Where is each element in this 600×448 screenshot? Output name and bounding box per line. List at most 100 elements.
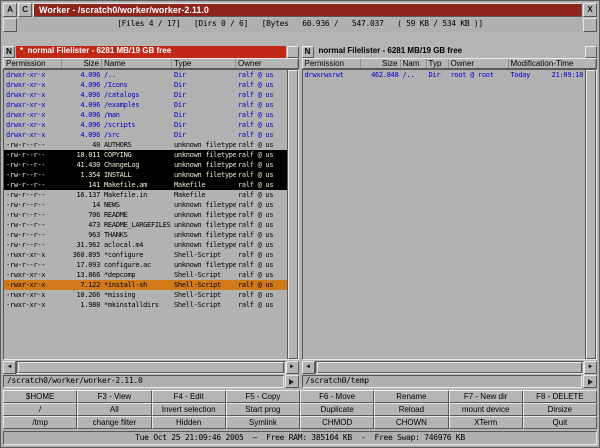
scroll-right-button[interactable]: ► xyxy=(584,361,597,374)
left-path-menu-button[interactable] xyxy=(284,375,299,388)
lister-mode-button[interactable]: N xyxy=(3,46,15,58)
file-row[interactable]: drwxr-xr-x 4.096/Icons Dir ralf @ us xyxy=(4,80,287,90)
column-header-nam[interactable]: Nam xyxy=(401,59,427,68)
column-header-size[interactable]: Size xyxy=(62,59,102,68)
column-header-modification-time[interactable]: Modification-Time xyxy=(509,59,596,68)
file-row[interactable]: -rwxr-xr-x 360.895 *configure Shell-Script r… xyxy=(4,250,287,260)
bank-button-reload[interactable]: Reload xyxy=(374,403,449,416)
bank-button-hidden[interactable]: Hidden xyxy=(151,416,226,429)
window-titlebar[interactable]: A C Worker - /scratch0/worker/worker-2.1… xyxy=(3,3,597,17)
file-row[interactable]: -rwxr-xr-x 1.988 *mkinstalldirs Shell-Scrip… xyxy=(4,300,287,310)
bank-button-f7-new-dir[interactable]: F7 - New dir xyxy=(448,390,523,403)
bank-button-slash[interactable]: / xyxy=(3,403,78,416)
hscroll-thumb[interactable] xyxy=(18,362,284,373)
wm-button-a[interactable]: A xyxy=(3,3,17,17)
file-row[interactable]: -rwxr-xr-x 7.122 *install-sh Shell-Script ra… xyxy=(4,280,287,290)
column-header-permission[interactable]: Permission xyxy=(4,59,62,68)
file-row[interactable]: drwxr-xr-x 4.096/examples Dir ralf @ us xyxy=(4,100,287,110)
bank-button-f8-delete[interactable]: F8 - DELETE xyxy=(522,390,597,403)
lister-corner-gadget[interactable] xyxy=(585,46,597,58)
status-right-gadget[interactable] xyxy=(583,18,597,32)
column-header-typ[interactable]: Typ xyxy=(427,59,449,68)
scrollbar-thumb[interactable] xyxy=(287,70,298,359)
scroll-left-button[interactable]: ◄ xyxy=(301,361,315,374)
file-row[interactable]: -rwxr-xr-x 10.266 *missing Shell-Script ralf… xyxy=(4,290,287,300)
wm-button-c[interactable]: C xyxy=(18,3,32,17)
scrollbar-thumb[interactable] xyxy=(586,70,596,359)
column-header-owner[interactable]: Owner xyxy=(449,59,509,68)
right-lister-title[interactable]: normal Filelister - 6281 MB/19 GB free xyxy=(314,46,584,58)
bank-button-f3-view[interactable]: F3 - View xyxy=(77,390,152,403)
file-row[interactable]: drwxr-xr-x 4.096/catalogs Dir ralf @ us xyxy=(4,90,287,100)
bank-button-dirsize[interactable]: Dirsize xyxy=(522,403,597,416)
bank-button-mount-device[interactable]: mount device xyxy=(448,403,523,416)
right-path-field[interactable]: /scratch0/temp xyxy=(301,375,582,388)
wm-close-button[interactable]: X xyxy=(583,3,597,17)
file-row[interactable]: -rwxr-xr-x 13.866 *depcomp Shell-Script ralf… xyxy=(4,270,287,280)
status-left-gadget[interactable] xyxy=(3,18,17,32)
left-lister-title[interactable]: * normal Filelister - 6281 MB/19 GB free xyxy=(16,46,286,58)
file-row[interactable]: -rw-r--r-- 1.354 INSTALL unknown filetype ra… xyxy=(4,170,287,180)
file-row[interactable]: -rw-r--r-- 41.430 ChangeLog unknown filetyp… xyxy=(4,160,287,170)
file-permission: drwxr-xr-x xyxy=(6,81,46,89)
bank-button-f6-move[interactable]: F6 - Move xyxy=(300,390,375,403)
lister-mode-button[interactable]: N xyxy=(301,46,314,58)
file-permission: -rwxr-xr-x xyxy=(6,251,46,259)
file-owner: ralf @ us xyxy=(238,211,274,219)
bank-button-duplicate[interactable]: Duplicate xyxy=(300,403,375,416)
file-permission: -rw-r--r-- xyxy=(6,201,46,209)
file-name: *depcomp xyxy=(104,271,136,279)
file-row[interactable]: -rw-r--r-- 473 README_LARGEFILES unknown fi… xyxy=(4,220,287,230)
left-path-field[interactable]: /scratch0/worker/worker-2.11.0 xyxy=(3,375,284,388)
file-size: 41.430 xyxy=(76,161,101,169)
file-name: README_LARGEFILES xyxy=(104,221,171,229)
hscroll-track[interactable] xyxy=(314,361,584,374)
scroll-right-button[interactable]: ► xyxy=(285,361,299,374)
file-row[interactable]: drwxr-xr-x 4.096 /.. Dir ralf @ us xyxy=(4,70,287,80)
file-row[interactable]: -rw-r--r-- 141 Makefile.am Makefile ralf @ u… xyxy=(4,180,287,190)
file-row[interactable]: -rw-r--r-- 40 AUTHORS unknown filetype ralf … xyxy=(4,140,287,150)
bank-button-f5-copy[interactable]: F5 - Copy xyxy=(225,390,300,403)
left-vertical-scrollbar[interactable] xyxy=(286,70,298,359)
column-header-type[interactable]: Type xyxy=(172,59,236,68)
file-row[interactable]: drwxr-xr-x 4.096/man Dir ralf @ us xyxy=(4,110,287,120)
file-row[interactable]: -rw-r--r-- 18.011 COPYING unknown filetype r… xyxy=(4,150,287,160)
bank-button-rename[interactable]: Rename xyxy=(374,390,449,403)
column-header-permission[interactable]: Permission xyxy=(303,59,361,68)
column-header-size[interactable]: Size xyxy=(361,59,401,68)
file-row[interactable]: -rw-r--r-- 14 NEWS unknown filetype ralf @ u… xyxy=(4,200,287,210)
bank-button-f4-edit[interactable]: F4 - Edit xyxy=(151,390,226,403)
file-row[interactable]: drwxr-xr-x 4.096/scripts Dir ralf @ us xyxy=(4,120,287,130)
bank-button-home[interactable]: $HOME xyxy=(3,390,78,403)
hscroll-thumb[interactable] xyxy=(316,362,582,373)
bank-button-symlink[interactable]: Symlink xyxy=(225,416,300,429)
file-row[interactable]: -rw-r--r-- 17.093 configure.ac unknown file… xyxy=(4,260,287,270)
bank-button-change-filter[interactable]: change filter xyxy=(77,416,152,429)
file-type: Dir xyxy=(174,121,186,129)
file-row[interactable]: -rw-r--r-- 963 THANKS unknown filetype ralf … xyxy=(4,230,287,240)
bank-button-tmp[interactable]: /tmp xyxy=(3,416,78,429)
lister-corner-gadget[interactable] xyxy=(286,46,299,58)
scroll-left-button[interactable]: ◄ xyxy=(3,361,16,374)
bank-button-chmod[interactable]: CHMOD xyxy=(300,416,375,429)
bank-button-quit[interactable]: Quit xyxy=(522,416,597,429)
file-owner: ralf @ us xyxy=(238,91,274,99)
column-header-owner[interactable]: Owner xyxy=(236,59,298,68)
right-path-menu-button[interactable] xyxy=(583,375,597,388)
file-row[interactable]: -rw-r--r-- 706 README unknown filetype ralf … xyxy=(4,210,287,220)
bank-button-all[interactable]: All xyxy=(77,403,152,416)
bank-button-start-prog[interactable]: Start prog xyxy=(225,403,300,416)
file-row[interactable]: drwxrwxrwt 462.848/.. Dir root @ root Today 2… xyxy=(303,70,586,80)
file-type: unknown filetype xyxy=(174,161,236,169)
hscroll-track[interactable] xyxy=(16,361,286,374)
column-header-name[interactable]: Name xyxy=(102,59,172,68)
bank-button-xterm[interactable]: XTerm xyxy=(448,416,523,429)
file-row[interactable]: -rw-r--r-- 16.137 Makefile.in Makefile ralf … xyxy=(4,190,287,200)
bank-button-invert-selection[interactable]: Invert selection xyxy=(151,403,226,416)
file-size: 4.096 xyxy=(80,111,100,119)
file-owner: ralf @ us xyxy=(238,81,274,89)
file-row[interactable]: -rw-r--r-- 31.962 aclocal.m4 unknown filety… xyxy=(4,240,287,250)
bank-button-chown[interactable]: CHOWN xyxy=(374,416,449,429)
right-vertical-scrollbar[interactable] xyxy=(585,70,596,359)
file-row[interactable]: drwxr-xr-x 4.096/src Dir ralf @ us xyxy=(4,130,287,140)
